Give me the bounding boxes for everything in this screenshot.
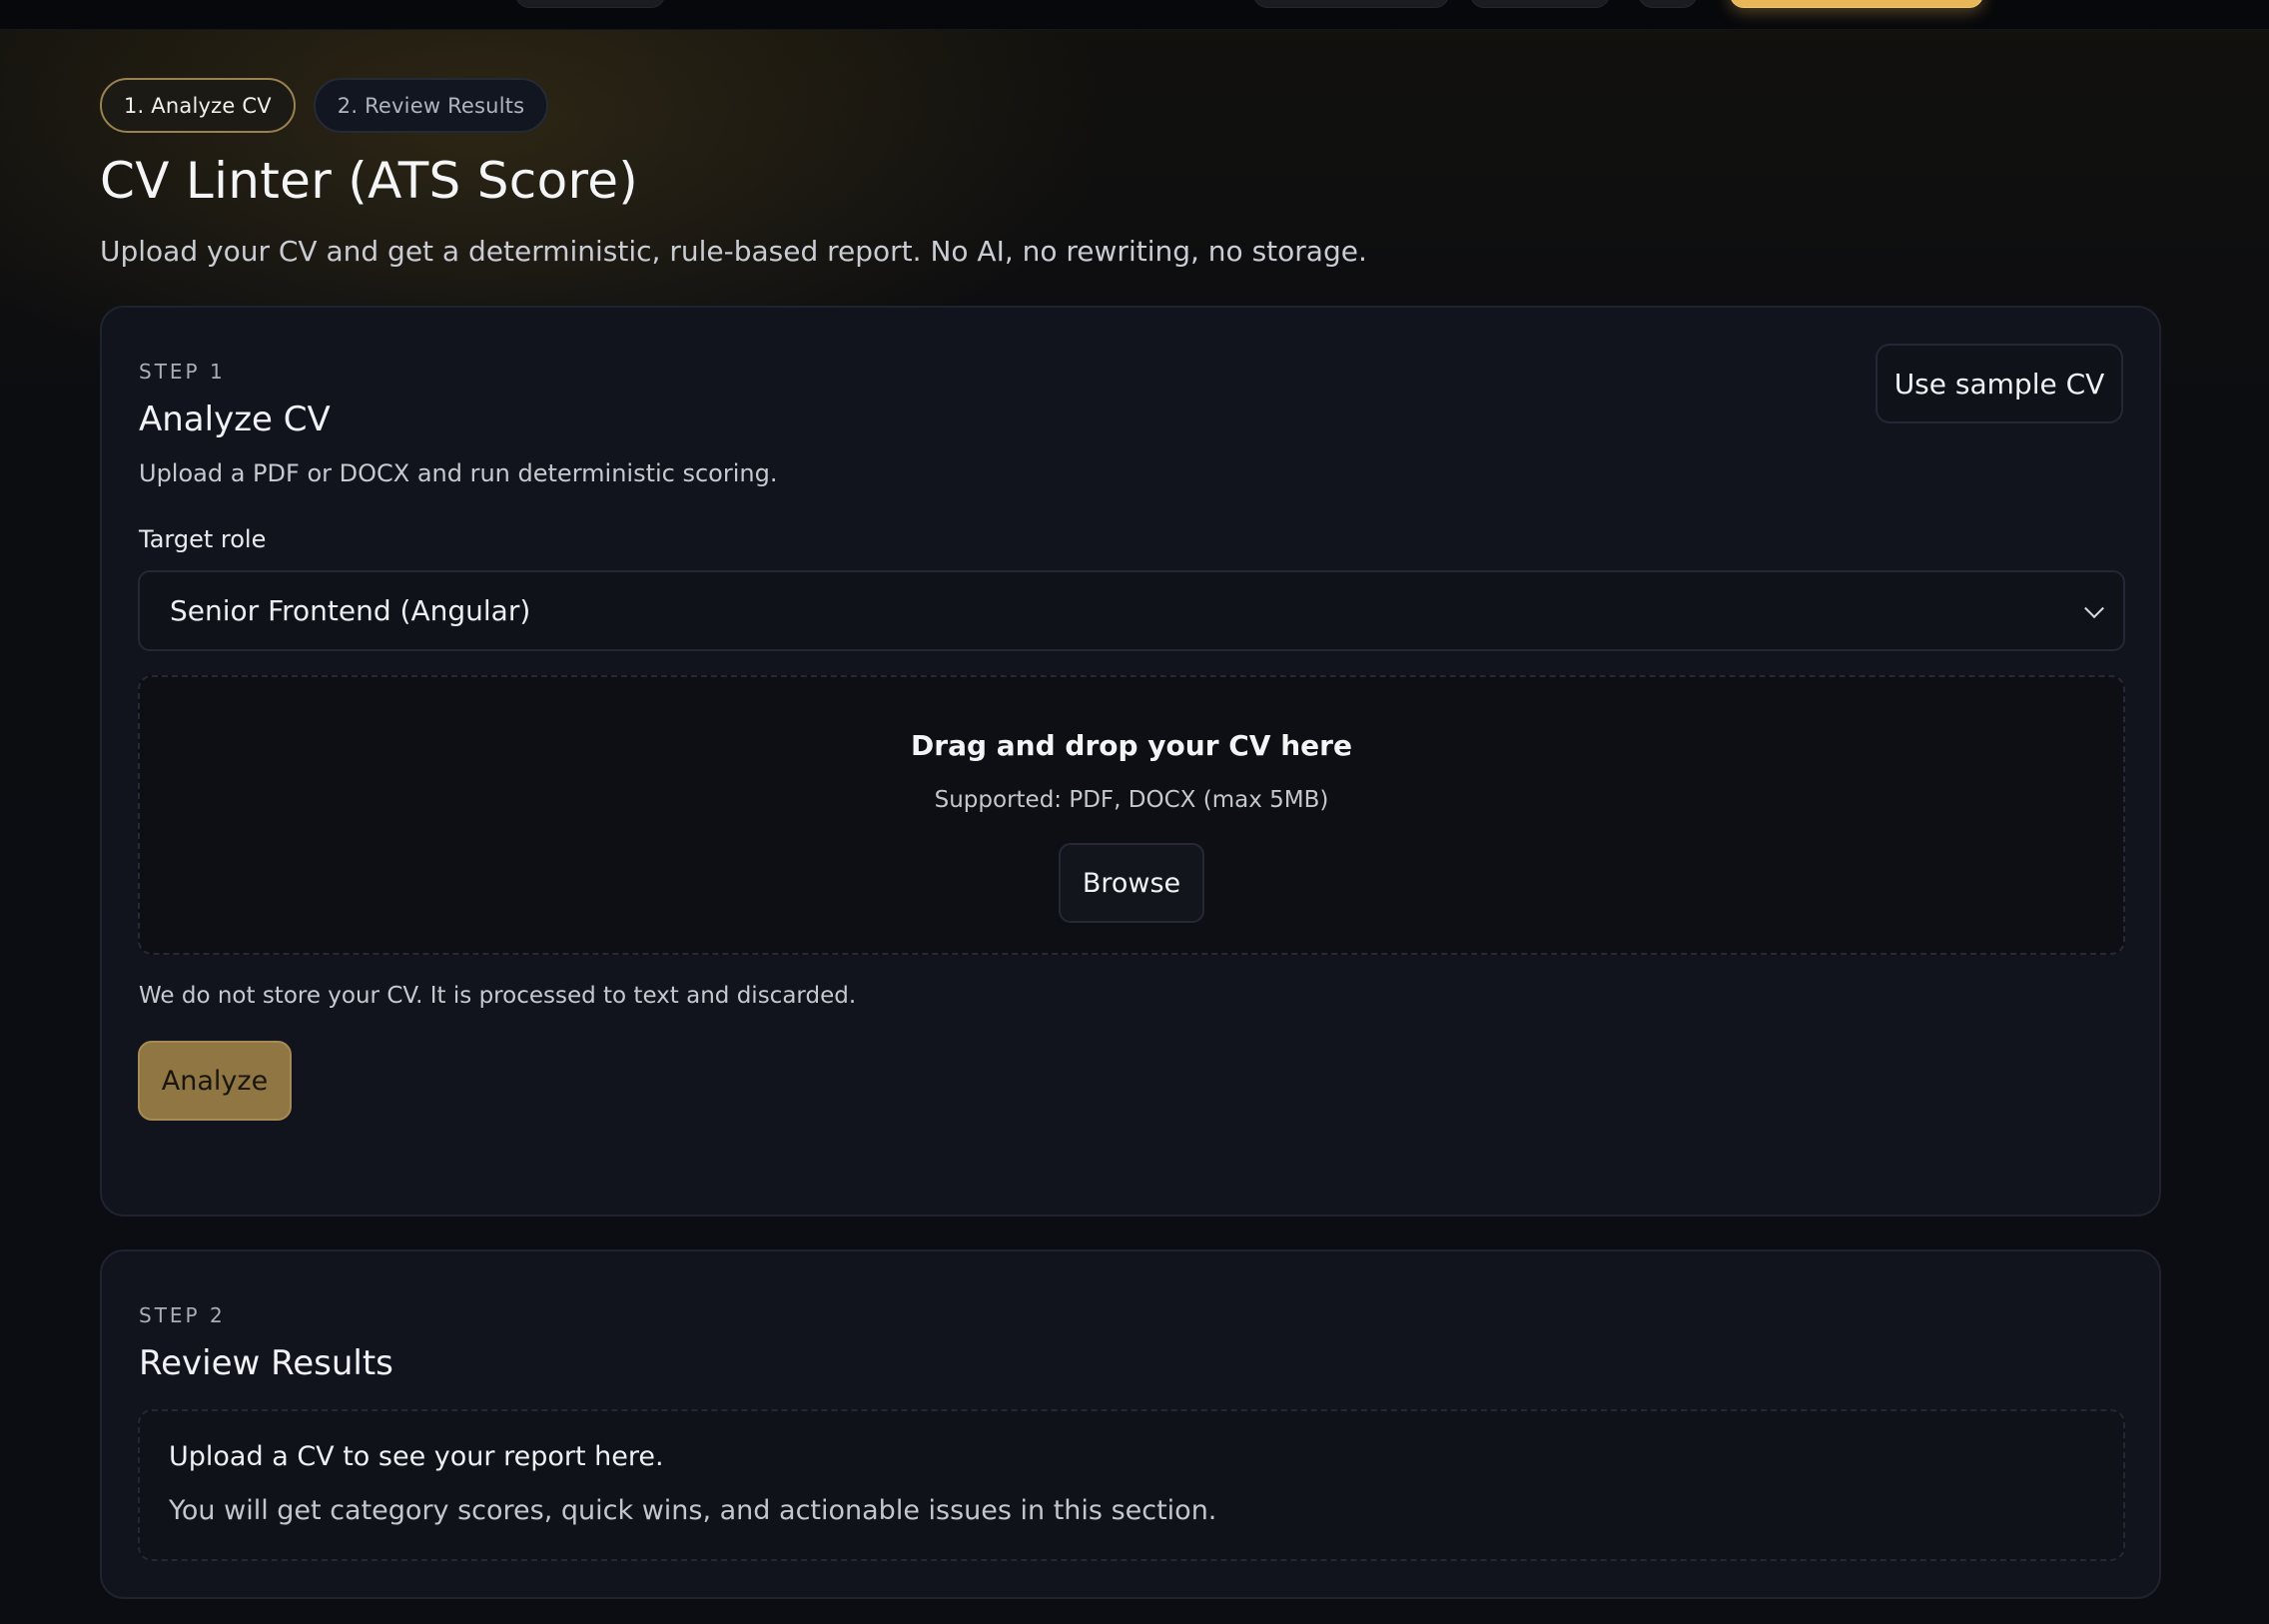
step1-title: Analyze CV xyxy=(139,400,331,439)
browse-button[interactable]: Browse xyxy=(1059,843,1204,923)
nav-cta-button[interactable] xyxy=(1730,0,1983,8)
dropzone-supported-formats: Supported: PDF, DOCX (max 5MB) xyxy=(934,787,1329,813)
top-navigation-bar xyxy=(0,0,2269,30)
page-title: CV Linter (ATS Score) xyxy=(100,152,639,210)
nav-item[interactable] xyxy=(515,0,665,8)
privacy-note: We do not store your CV. It is processed… xyxy=(139,983,857,1009)
step-chip-review[interactable]: 2. Review Results xyxy=(313,78,549,133)
page-subtitle: Upload your CV and get a deterministic, … xyxy=(100,235,1367,268)
nav-item[interactable] xyxy=(1470,0,1610,8)
review-results-card: STEP 2 Review Results Upload a CV to see… xyxy=(100,1249,2161,1599)
results-placeholder: Upload a CV to see your report here. You… xyxy=(138,1409,2125,1561)
dropzone-title: Drag and drop your CV here xyxy=(911,729,1352,762)
analyze-button[interactable]: Analyze xyxy=(138,1041,292,1121)
analyze-cv-card: STEP 1 Analyze CV Upload a PDF or DOCX a… xyxy=(100,306,2161,1217)
step2-title: Review Results xyxy=(139,1343,393,1383)
nav-avatar[interactable] xyxy=(1638,0,1698,8)
target-role-select[interactable]: Senior Frontend (Angular) xyxy=(138,570,2125,651)
stepper: 1. Analyze CV 2. Review Results xyxy=(100,78,549,133)
nav-item[interactable] xyxy=(1253,0,1449,8)
step-chip-analyze[interactable]: 1. Analyze CV xyxy=(100,78,296,133)
target-role-label: Target role xyxy=(139,525,267,553)
step1-description: Upload a PDF or DOCX and run determinist… xyxy=(139,459,778,487)
use-sample-cv-button[interactable]: Use sample CV xyxy=(1876,344,2123,423)
step1-eyebrow: STEP 1 xyxy=(139,360,226,384)
cv-dropzone[interactable]: Drag and drop your CV here Supported: PD… xyxy=(138,675,2125,955)
target-role-selected-value: Senior Frontend (Angular) xyxy=(170,594,531,627)
step2-eyebrow: STEP 2 xyxy=(139,1303,226,1327)
chevron-down-icon xyxy=(2084,597,2104,618)
results-placeholder-title: Upload a CV to see your report here. xyxy=(169,1441,664,1472)
results-placeholder-body: You will get category scores, quick wins… xyxy=(169,1495,1217,1526)
